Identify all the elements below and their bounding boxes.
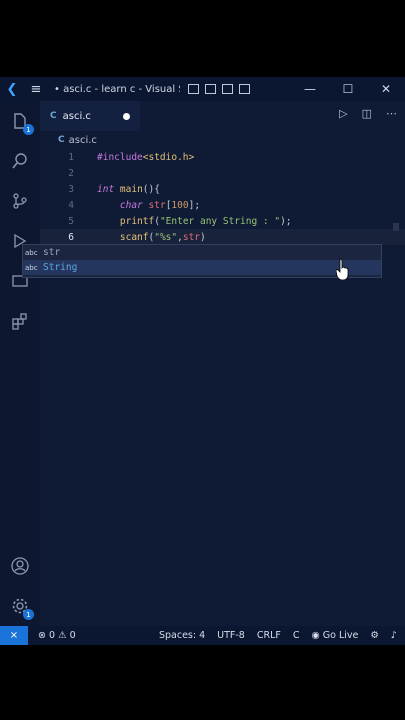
settings-badge: 1 [23, 609, 34, 620]
toggle-secondary-sidebar-icon[interactable] [222, 84, 233, 94]
tab-bar: C asci.c ▷ ◫ ⋯ [40, 101, 405, 131]
minimize-button[interactable]: — [291, 82, 329, 96]
c-file-icon: C [50, 111, 57, 121]
customize-layout-icon[interactable] [239, 84, 250, 94]
feedback-icon[interactable]: ⚙ [370, 630, 379, 641]
maximize-button[interactable]: ☐ [329, 82, 367, 96]
explorer-icon[interactable]: 1 [8, 109, 34, 135]
encoding-status[interactable]: UTF-8 [217, 630, 245, 641]
editor-actions: ▷ ◫ ⋯ [339, 107, 397, 120]
go-live-button[interactable]: ◉ Go Live [311, 630, 358, 641]
code-line: 2 [40, 165, 405, 181]
search-icon[interactable] [8, 149, 32, 173]
split-editor-icon[interactable]: ◫ [362, 107, 372, 120]
eol-status[interactable]: CRLF [257, 630, 281, 641]
tab-asci-c[interactable]: C asci.c [40, 101, 140, 131]
explorer-badge: 1 [23, 124, 34, 135]
c-file-icon: C [58, 135, 65, 145]
notifications-bell-icon[interactable]: ♪ [391, 630, 397, 641]
code-line: 3 int main(){ [40, 181, 405, 197]
code-line-current: 6 scanf("%s",str) [40, 229, 405, 245]
more-actions-icon[interactable]: ⋯ [386, 107, 397, 120]
toggle-panel-icon[interactable] [205, 84, 216, 94]
suggestion-label: String [43, 262, 78, 273]
layout-controls [188, 84, 250, 94]
language-status[interactable]: C [293, 630, 300, 641]
close-button[interactable]: ✕ [367, 82, 405, 96]
line-number: 3 [68, 183, 74, 195]
suggestion-item-selected[interactable]: abc String [23, 260, 381, 275]
menu-icon[interactable]: ≡ [24, 82, 48, 97]
mouse-pointer-icon [336, 258, 349, 280]
breadcrumb-file[interactable]: asci.c [69, 135, 97, 146]
breadcrumb: C asci.c [40, 131, 97, 149]
suggestion-widget: abc str abc String [22, 244, 382, 278]
unsaved-dot-icon[interactable] [123, 113, 130, 120]
go-live-label: Go Live [322, 630, 359, 641]
line-number: 5 [68, 215, 74, 227]
minimap-slider[interactable] [393, 223, 399, 231]
source-control-icon[interactable] [8, 189, 32, 213]
line-number: 2 [68, 167, 74, 179]
window-controls: — ☐ ✕ [291, 82, 405, 96]
vscode-window: ❮ ≡ • asci.c - learn c - Visual St... — … [0, 77, 405, 645]
toggle-primary-sidebar-icon[interactable] [188, 84, 199, 94]
code-line: 5 printf("Enter any String : "); [40, 213, 405, 229]
code-editor[interactable]: 1 #include<stdio.h> 2 3 int main(){ 4 ch… [40, 149, 405, 626]
text-icon: abc [25, 248, 38, 257]
indentation-status[interactable]: Spaces: 4 [159, 630, 205, 641]
broadcast-icon: ◉ [311, 630, 323, 641]
activity-bar: 1 1 [0, 101, 40, 626]
status-bar: ⨯ ⊗ 0 ⚠ 0 Spaces: 4 UTF-8 CRLF C ◉ Go Li… [0, 626, 405, 645]
run-code-icon[interactable]: ▷ [339, 107, 347, 120]
suggestion-label: str [43, 247, 61, 258]
code-line: 4 char str[100]; [40, 197, 405, 213]
line-number: 4 [68, 199, 74, 211]
window-title: • asci.c - learn c - Visual St... [54, 83, 180, 95]
title-bar: ❮ ≡ • asci.c - learn c - Visual St... — … [0, 77, 405, 101]
tab-label: asci.c [62, 110, 91, 122]
remote-indicator-icon[interactable]: ⨯ [0, 626, 28, 645]
problems-indicator[interactable]: ⊗ 0 ⚠ 0 [38, 630, 76, 641]
extensions-icon[interactable] [8, 309, 32, 333]
text-icon: abc [25, 263, 38, 272]
vscode-logo-icon: ❮ [6, 81, 18, 97]
suggestion-item[interactable]: abc str [23, 245, 381, 260]
line-number: 6 [68, 231, 74, 243]
accounts-icon[interactable] [8, 554, 32, 578]
line-number: 1 [68, 151, 74, 163]
settings-gear-icon[interactable]: 1 [8, 594, 34, 620]
code-line: 1 #include<stdio.h> [40, 149, 405, 165]
